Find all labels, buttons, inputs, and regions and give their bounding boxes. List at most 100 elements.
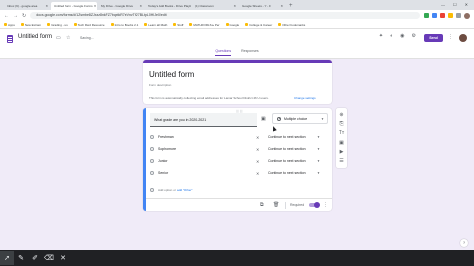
bookmark-icon xyxy=(278,23,282,26)
reload-icon[interactable]: ↻ xyxy=(22,13,26,19)
close-icon[interactable]: ✕ xyxy=(45,2,48,10)
trash-icon[interactable]: 🗑 xyxy=(273,202,279,208)
forms-tabs: Questions Responses xyxy=(0,49,474,56)
bookmark-icon xyxy=(110,23,114,26)
palette-icon[interactable]: ◐ xyxy=(390,33,393,39)
close-window-icon[interactable]: ✕ xyxy=(465,0,468,10)
bookmark[interactable]: New Extram xyxy=(20,23,41,27)
question-type-select[interactable]: Multiple choice ▼ xyxy=(272,113,328,124)
add-title-icon[interactable]: Tт xyxy=(339,130,344,136)
radio-circle-icon xyxy=(150,159,154,163)
settings-gear-icon[interactable]: ⚙ xyxy=(412,33,416,39)
section-select[interactable]: Continue to next section ▼ xyxy=(268,147,320,151)
extension-icon[interactable] xyxy=(448,13,453,18)
add-section-icon[interactable]: ☰ xyxy=(339,158,343,164)
maximize-icon[interactable]: ☐ xyxy=(453,0,457,10)
bookmark[interactable]: Tech Rwd Resource xyxy=(73,23,105,27)
bookmark[interactable]: College & Career xyxy=(245,23,272,27)
more-vert-icon[interactable]: ⋮ xyxy=(323,202,328,208)
extension-icon[interactable] xyxy=(432,13,437,18)
image-icon[interactable]: ▣ xyxy=(261,116,266,122)
bookmark-icon xyxy=(189,23,193,26)
more-vert-icon[interactable]: ⋮ xyxy=(448,34,453,40)
bookmark[interactable]: MATHFORLS ▸ Per xyxy=(189,23,220,27)
tab-label: Untitled form - Google Forms xyxy=(54,4,93,8)
marker-icon[interactable]: ✐ xyxy=(28,251,42,265)
browser-tab[interactable]: My Drive - Google Drive ✕ xyxy=(98,2,144,10)
forms-logo-icon[interactable] xyxy=(7,35,13,43)
bookmark[interactable]: Other bookmarks xyxy=(278,23,305,27)
close-icon[interactable]: ✕ xyxy=(139,2,142,10)
add-video-icon[interactable]: ▶ xyxy=(340,149,344,155)
address-bar[interactable]: docs.google.com/forms/d/1Zsmbe8ZJxzz8nkF… xyxy=(30,12,420,19)
folder-icon[interactable]: ▭ xyxy=(56,35,61,41)
close-icon[interactable]: ✕ xyxy=(280,2,283,10)
forward-icon[interactable]: → xyxy=(13,13,18,19)
browser-tab[interactable]: Google Sheets - Y - F ✕ xyxy=(239,2,285,10)
forms-header: Untitled form ▭ ☆ Saving... ✦ ◐ ◉ ⚙ Send… xyxy=(0,29,474,59)
floating-toolbar: ⊕ ⎘ Tт ▣ ▶ ☰ xyxy=(336,108,347,168)
browser-tab[interactable]: (1) Classroom ✕ xyxy=(192,2,238,10)
star-icon[interactable]: ☆ xyxy=(66,35,70,41)
form-title-heading[interactable]: Untitled form xyxy=(149,70,194,79)
browser-tab[interactable]: Today's Add Books - Drive Playlist✕ xyxy=(145,2,191,10)
browser-tab-active[interactable]: Untitled form - Google Forms ✕ xyxy=(51,2,97,10)
form-description[interactable]: Form description xyxy=(149,83,171,87)
bookmark[interactable]: Grading - us xyxy=(47,23,68,27)
section-select[interactable]: Continue to next section ▼ xyxy=(268,159,320,163)
eraser-icon[interactable]: ⌫ xyxy=(42,251,56,265)
minimize-icon[interactable]: — xyxy=(441,0,445,10)
browser-tab[interactable]: Inbox (9) - google.area ✕ xyxy=(4,2,50,10)
import-questions-icon[interactable]: ⎘ xyxy=(339,121,343,127)
tab-questions[interactable]: Questions xyxy=(215,49,232,56)
option-input[interactable]: Sophomore xyxy=(158,147,256,151)
close-icon[interactable]: ✕ xyxy=(94,2,97,10)
addons-icon[interactable]: ✦ xyxy=(379,33,383,39)
bookmark-label: Intro to Boobs 2.1 xyxy=(114,22,139,27)
bookmark[interactable]: Intro to Boobs 2.1 xyxy=(110,22,139,27)
copy-icon[interactable]: ⧉ xyxy=(260,202,264,208)
close-icon[interactable]: ✕ xyxy=(233,2,236,10)
required-toggle[interactable] xyxy=(309,202,320,208)
question-title-input[interactable]: What grade are you in 2020-2021 xyxy=(150,113,257,127)
add-image-icon[interactable]: ▣ xyxy=(339,140,344,146)
bookmark[interactable]: Apps xyxy=(4,23,15,27)
section-select[interactable]: Continue to next section ▼ xyxy=(268,135,320,139)
extension-icon[interactable] xyxy=(424,13,429,18)
help-icon[interactable]: ? xyxy=(460,239,468,247)
new-tab-icon[interactable]: + xyxy=(286,2,296,10)
add-other-link[interactable]: add "Other" xyxy=(177,188,192,192)
remove-option-icon[interactable]: ✕ xyxy=(256,135,264,140)
section-select[interactable]: Continue to next section ▼ xyxy=(268,171,320,175)
send-button[interactable]: Send xyxy=(424,34,443,42)
form-title[interactable]: Untitled form xyxy=(18,34,52,40)
question-card[interactable]: ⠿⠿ What grade are you in 2020-2021 ▣ Mul… xyxy=(143,108,332,211)
option-input[interactable]: Senior xyxy=(158,171,256,175)
add-question-icon[interactable]: ⊕ xyxy=(339,112,343,118)
remove-option-icon[interactable]: ✕ xyxy=(256,159,264,164)
bookmark-icon xyxy=(144,23,148,26)
tab-responses[interactable]: Responses xyxy=(241,49,259,56)
option-input[interactable]: Junior xyxy=(158,159,256,163)
bookmark-label: Grading - us xyxy=(51,22,68,27)
remove-option-icon[interactable]: ✕ xyxy=(256,171,264,176)
bookmark[interactable]: Stuff xyxy=(173,23,183,27)
account-avatar[interactable] xyxy=(459,34,467,42)
pen-icon[interactable]: ✎ xyxy=(14,251,28,265)
change-settings-link[interactable]: Change settings xyxy=(294,96,316,100)
preview-eye-icon[interactable]: ◉ xyxy=(400,33,404,39)
remove-option-icon[interactable]: ✕ xyxy=(256,147,264,152)
profile-avatar[interactable] xyxy=(464,12,470,19)
extension-icon[interactable] xyxy=(456,13,461,18)
pointer-icon[interactable]: ➚ xyxy=(0,251,14,265)
option-row: Sophomore ✕ Continue to next section ▼ xyxy=(150,145,330,153)
back-icon[interactable]: ← xyxy=(4,13,9,19)
option-input[interactable]: Freshman xyxy=(158,135,256,139)
bookmark-icon xyxy=(173,23,177,26)
bookmark[interactable]: Learn all Math xyxy=(144,23,167,27)
bookmark[interactable]: Google xyxy=(225,23,239,27)
add-option-link[interactable]: Add option xyxy=(158,188,172,192)
extension-icon[interactable] xyxy=(440,13,445,18)
clear-icon[interactable]: ✕ xyxy=(56,251,70,265)
form-title-card[interactable]: Untitled form Form description This form… xyxy=(143,60,332,104)
